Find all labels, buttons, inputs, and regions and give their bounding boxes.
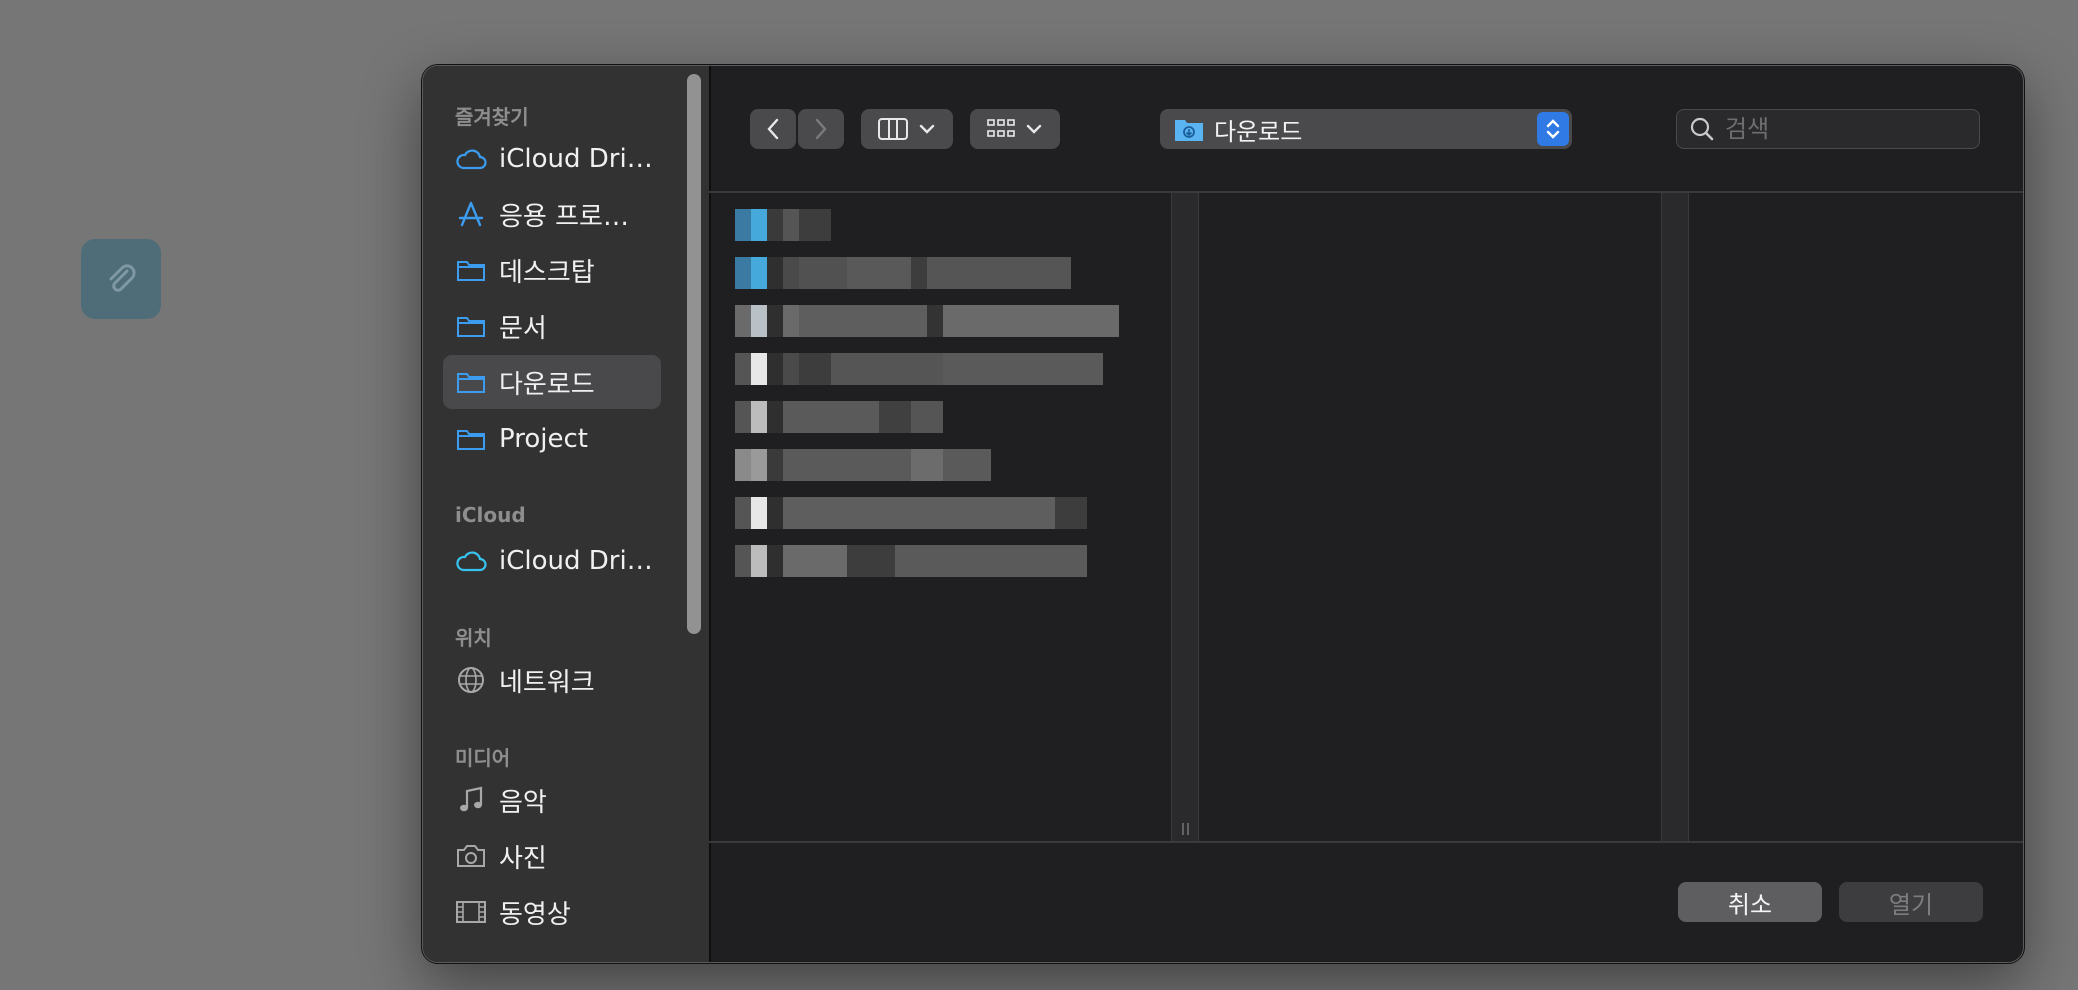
- list-item[interactable]: [735, 257, 1071, 289]
- footer-divider: [709, 841, 2023, 843]
- list-item[interactable]: [735, 449, 991, 481]
- camera-icon: [453, 841, 489, 871]
- sidebar-item-project[interactable]: Project: [443, 412, 661, 466]
- list-item[interactable]: [735, 209, 831, 241]
- sidebar-item-label: 동영상: [499, 899, 571, 930]
- view-mode-button[interactable]: [861, 109, 953, 149]
- open-file-dialog: 즐겨찾기 iCloud Dri… 응용 프로… 데스크탑 문서 다운로드 Pro…: [422, 65, 2024, 963]
- folder-icon: [453, 367, 489, 397]
- list-item[interactable]: [735, 401, 943, 433]
- sidebar-item-icloud-drive[interactable]: iCloud Dri…: [443, 132, 661, 186]
- cancel-button[interactable]: 취소: [1678, 882, 1822, 922]
- column-divider[interactable]: [1661, 193, 1689, 841]
- sidebar-item-label: 네트워크: [499, 667, 595, 698]
- search-field[interactable]: [1676, 109, 1980, 149]
- film-icon: [453, 897, 489, 927]
- sidebar-item-photos[interactable]: 사진: [443, 829, 661, 883]
- sidebar-item-label: iCloud Dri…: [499, 546, 653, 576]
- path-popup-label: 다운로드: [1214, 117, 1303, 146]
- sidebar-item-label: 데스크탑: [499, 257, 595, 288]
- search-input[interactable]: [1723, 114, 1957, 144]
- resize-grip-icon: [1182, 823, 1189, 835]
- chevron-right-icon: [815, 118, 827, 140]
- section-favorites: 즐겨찾기: [455, 105, 529, 129]
- up-down-chevron-icon: [1537, 112, 1569, 146]
- folder-icon: [453, 255, 489, 285]
- columns-view-icon: [878, 118, 908, 140]
- sidebar-item-network[interactable]: 네트워크: [443, 653, 661, 707]
- section-icloud: iCloud: [455, 503, 526, 527]
- path-popup-button[interactable]: 다운로드: [1160, 109, 1572, 149]
- sidebar-item-music[interactable]: 음악: [443, 773, 661, 827]
- sidebar-item-label: 음악: [499, 787, 547, 818]
- section-media: 미디어: [455, 746, 511, 770]
- sidebar-item-label: 응용 프로…: [499, 201, 629, 232]
- section-locations: 위치: [455, 626, 492, 650]
- column-resize-handle[interactable]: [1171, 193, 1199, 841]
- applications-icon: [453, 199, 489, 229]
- list-item[interactable]: [735, 497, 1087, 529]
- search-icon: [1689, 116, 1715, 142]
- open-button[interactable]: 열기: [1839, 882, 1983, 922]
- back-button[interactable]: [750, 109, 796, 149]
- list-item[interactable]: [735, 545, 1087, 577]
- list-item[interactable]: [735, 353, 1103, 385]
- sidebar-item-label: 사진: [499, 843, 547, 874]
- folder-icon: [453, 311, 489, 341]
- sidebar-item-applications[interactable]: 응용 프로…: [443, 187, 661, 241]
- paperclip-attachment-button[interactable]: [81, 239, 161, 319]
- group-button[interactable]: [970, 109, 1060, 149]
- grid-icon: [987, 119, 1015, 137]
- sidebar-item-label: iCloud Dri…: [499, 144, 653, 174]
- folder-icon: [453, 424, 489, 454]
- sidebar-item-movies[interactable]: 동영상: [443, 885, 661, 939]
- sidebar-item-downloads[interactable]: 다운로드: [443, 355, 661, 409]
- sidebar-item-label: Project: [499, 424, 588, 454]
- list-item[interactable]: [735, 305, 1119, 337]
- sidebar: 즐겨찾기 iCloud Dri… 응용 프로… 데스크탑 문서 다운로드 Pro…: [423, 66, 711, 962]
- chevron-left-icon: [767, 118, 779, 140]
- sidebar-item-label: 다운로드: [499, 369, 595, 400]
- sidebar-item-icloud-drive-2[interactable]: iCloud Dri…: [443, 534, 661, 588]
- sidebar-item-label: 문서: [499, 313, 547, 344]
- forward-button[interactable]: [798, 109, 844, 149]
- sidebar-item-desktop[interactable]: 데스크탑: [443, 243, 661, 297]
- cloud-icon: [453, 144, 489, 174]
- sidebar-item-documents[interactable]: 문서: [443, 299, 661, 353]
- globe-icon: [453, 665, 489, 695]
- sidebar-scrollbar[interactable]: [687, 74, 701, 634]
- paperclip-icon: [109, 264, 136, 292]
- chevron-down-icon: [919, 124, 935, 134]
- chevron-down-icon: [1026, 124, 1042, 134]
- cloud-icon: [453, 546, 489, 576]
- music-note-icon: [453, 785, 489, 815]
- downloads-folder-icon: [1174, 116, 1204, 142]
